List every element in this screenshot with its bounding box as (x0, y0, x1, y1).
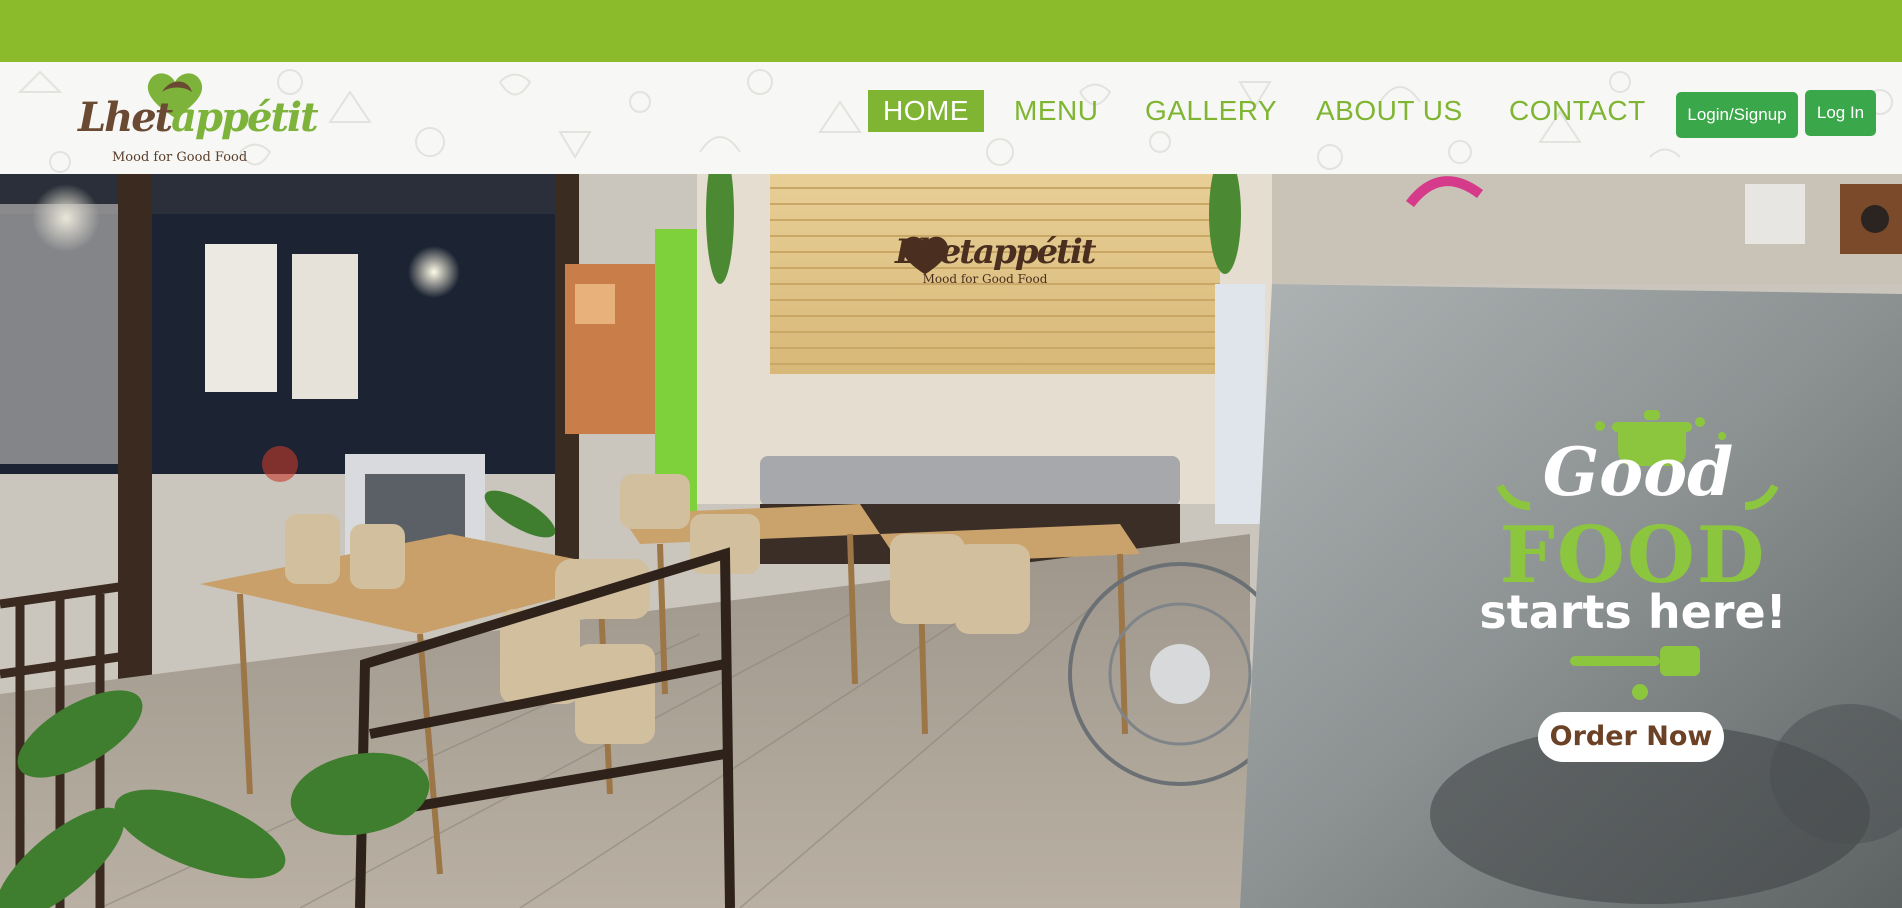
promo-line-food: FOOD (1499, 510, 1767, 601)
promo-line-good: Good (1542, 433, 1734, 511)
wall-wordmark-part2: appétit (972, 232, 1097, 272)
heart-chef-icon (902, 236, 948, 275)
promo-line-starts-here: starts here! (1479, 585, 1787, 639)
brand-logo[interactable]: Lhetappétit Mood for Good Food (78, 70, 319, 170)
hero-banner: Lhetappétit Mood for Good Food Good FOOD… (0, 174, 1902, 908)
nav-item-about-us[interactable]: ABOUT US (1316, 90, 1463, 132)
nav-item-home[interactable]: HOME (868, 90, 984, 132)
nav-item-menu[interactable]: MENU (1014, 90, 1098, 132)
brand-wordmark: Lhetappétit (78, 94, 319, 141)
site-header: Lhetappétit Mood for Good Food HOME MENU… (0, 62, 1902, 174)
brand-tagline: Mood for Good Food (112, 150, 248, 165)
log-in-button[interactable]: Log In (1805, 90, 1876, 136)
top-banner-strip (0, 0, 1902, 62)
login-signup-button[interactable]: Login/Signup (1676, 92, 1798, 138)
wall-brand-logo: Lhetappétit Mood for Good Food (895, 232, 1097, 286)
promo-headline: Good FOOD starts here! (1478, 389, 1788, 659)
order-now-button[interactable]: Order Now (1538, 712, 1724, 762)
nav-item-gallery[interactable]: GALLERY (1145, 90, 1277, 132)
nav-item-contact[interactable]: CONTACT (1509, 90, 1646, 132)
